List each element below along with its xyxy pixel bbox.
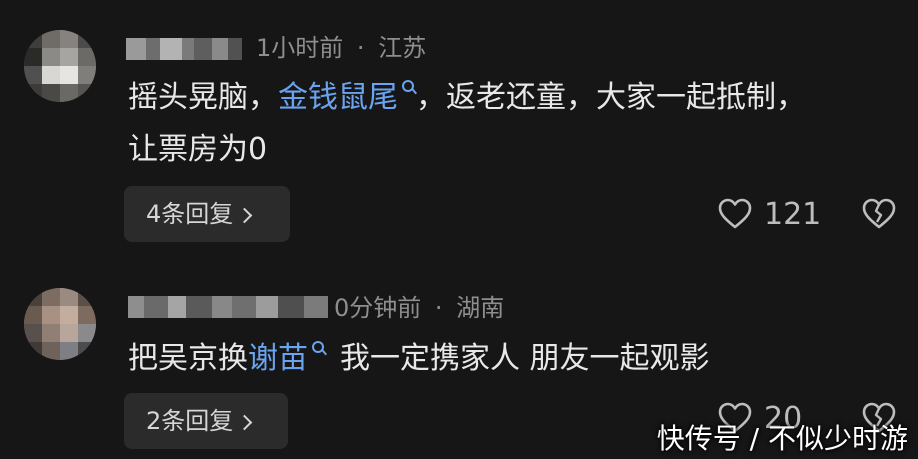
like-button[interactable]: 121 [718, 196, 821, 232]
heart-icon [718, 198, 752, 229]
comment-location: 江苏 [378, 34, 427, 62]
keyword-link-label: 谢苗 [248, 341, 308, 376]
comment-text-part: 把吴京换 [128, 341, 248, 376]
keyword-link[interactable]: 谢苗 [248, 341, 328, 376]
avatar[interactable] [24, 288, 96, 360]
comment-text-part: ，返老还童，大家一起抵制， [416, 80, 806, 115]
username-blurred[interactable] [128, 296, 328, 318]
comment-text: 把吴京换谢苗 我一定携家人 朋友一起观影 [128, 339, 710, 379]
view-replies-button[interactable]: 4条回复 [124, 186, 290, 242]
meta-separator: · [356, 34, 365, 62]
username-blurred[interactable] [126, 38, 242, 60]
watermark-text: 快传号 / 不似少时游 [656, 422, 908, 455]
comment-item: 1小时前 · 江苏 摇头晃脑，金钱鼠尾 ，返老还童，大家一起抵制， 让票房为0 4… [0, 0, 918, 270]
dislike-button[interactable] [862, 198, 896, 232]
chevron-right-icon [237, 414, 253, 431]
replies-label: 4条回复 [146, 200, 234, 228]
broken-heart-icon [862, 198, 896, 229]
comment-location: 湖南 [456, 294, 505, 322]
avatar[interactable] [24, 30, 96, 102]
comment-text-part: 摇头晃脑， [128, 80, 278, 115]
meta-separator: · [434, 294, 443, 322]
comment-text-part: 我一定携家人 朋友一起观影 [340, 341, 710, 376]
search-icon [312, 341, 328, 363]
comment-time: 0分钟前 [334, 294, 422, 322]
chevron-right-icon [237, 207, 253, 224]
keyword-link[interactable]: 金钱鼠尾 [278, 80, 418, 115]
search-icon [402, 80, 418, 102]
comment-meta: 0分钟前 · 湖南 [334, 294, 504, 322]
comment-text-line2: 让票房为0 [128, 132, 268, 167]
comment-meta: 1小时前 · 江苏 [256, 34, 426, 62]
view-replies-button[interactable]: 2条回复 [124, 393, 288, 449]
comment-text: 摇头晃脑，金钱鼠尾 ，返老还童，大家一起抵制， [128, 78, 806, 118]
replies-label: 2条回复 [146, 407, 234, 435]
keyword-link-label: 金钱鼠尾 [278, 80, 398, 115]
comment-time: 1小时前 [256, 34, 344, 62]
like-count: 121 [764, 196, 822, 232]
